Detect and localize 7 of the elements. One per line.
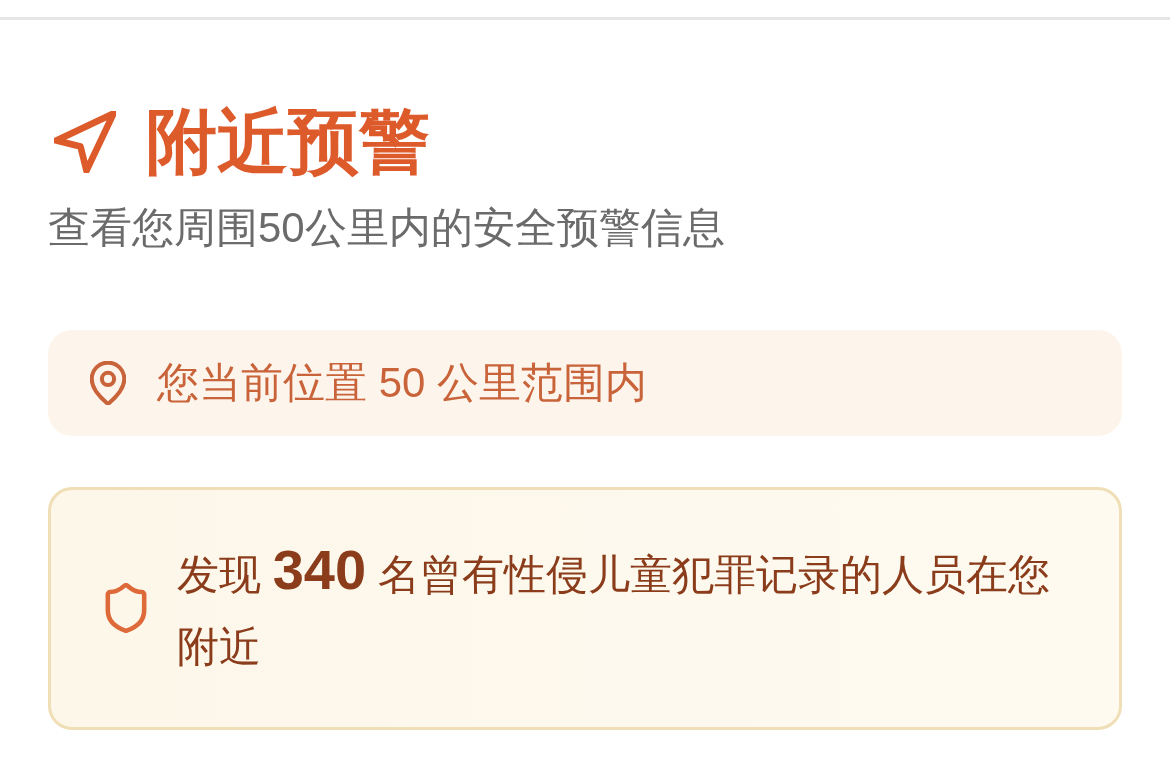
alert-message: 发现 340 名曾有性侵儿童犯罪记录的人员在您附近 [177,536,1051,672]
page-title: 附近预警 [146,106,430,177]
shield-icon [105,583,147,634]
navigation-arrow-icon [54,110,116,173]
location-pin-icon [90,360,126,405]
page-subtitle: 查看您周围50公里内的安全预警信息 [48,203,726,253]
location-range-text: 您当前位置 50 公里范围内 [157,361,648,404]
